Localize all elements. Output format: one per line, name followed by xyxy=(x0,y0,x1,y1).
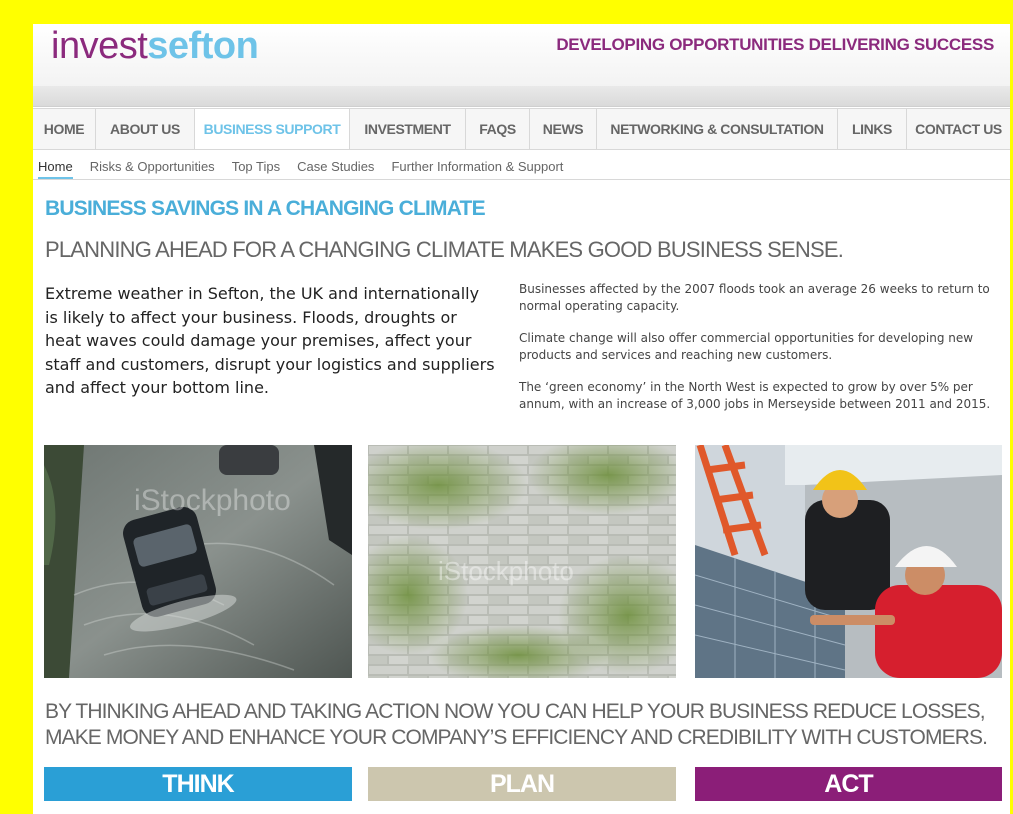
plan-button[interactable]: PLAN xyxy=(368,767,676,801)
page-title: BUSINESS SAVINGS IN A CHANGING CLIMATE xyxy=(45,197,486,220)
flood-photo-watermark: iStockphoto xyxy=(134,484,291,517)
facts-column: Businesses affected by the 2007 floods t… xyxy=(519,281,999,428)
subnav-case-studies[interactable]: Case Studies xyxy=(297,157,374,179)
nav-about-us[interactable]: ABOUT US xyxy=(96,109,195,149)
nav-faqs[interactable]: FAQS xyxy=(466,109,530,149)
nav-contact-us[interactable]: CONTACT US xyxy=(907,109,1010,149)
fact-green-economy: The ‘green economy’ in the North West is… xyxy=(519,380,991,411)
think-button[interactable]: THINK xyxy=(44,767,352,801)
nav-links[interactable]: LINKS xyxy=(838,109,907,149)
fact-floods: Businesses affected by the 2007 floods t… xyxy=(519,282,990,313)
nav-business-support[interactable]: BUSINESS SUPPORT xyxy=(195,109,350,149)
nav-news[interactable]: NEWS xyxy=(530,109,597,149)
page-container: investsefton DEVELOPING OPPORTUNITIES DE… xyxy=(33,24,1010,814)
fact-opportunities: Climate change will also offer commercia… xyxy=(519,331,974,362)
logo-invest: invest xyxy=(51,25,148,67)
logo-sefton: sefton xyxy=(147,25,259,67)
nav-networking-consultation[interactable]: NETWORKING & CONSULTATION xyxy=(597,109,838,149)
subnav-further-information[interactable]: Further Information & Support xyxy=(391,157,563,179)
page-subtitle: PLANNING AHEAD FOR A CHANGING CLIMATE MA… xyxy=(45,237,844,262)
site-tagline: DEVELOPING OPPORTUNITIES DELIVERING SUCC… xyxy=(556,35,994,54)
header-divider-band xyxy=(33,86,1010,107)
subnav-risks-opportunities[interactable]: Risks & Opportunities xyxy=(90,157,215,179)
solar-workers-photo xyxy=(695,445,1002,678)
call-to-action-text: BY THINKING AHEAD AND TAKING ACTION NOW … xyxy=(45,700,988,749)
brick-wall-photo: iStockphoto xyxy=(368,445,676,678)
nav-home[interactable]: HOME xyxy=(33,109,96,149)
main-nav: HOME ABOUT US BUSINESS SUPPORT INVESTMEN… xyxy=(33,108,1010,150)
site-header: investsefton DEVELOPING OPPORTUNITIES DE… xyxy=(33,24,1010,86)
act-button[interactable]: ACT xyxy=(695,767,1002,801)
site-logo[interactable]: investsefton xyxy=(51,24,259,68)
subnav-home[interactable]: Home xyxy=(38,157,73,179)
flood-car-photo: iStockphoto xyxy=(44,445,352,678)
subnav-divider xyxy=(33,179,1010,180)
intro-paragraph: Extreme weather in Sefton, the UK and in… xyxy=(45,284,495,397)
subnav-top-tips[interactable]: Top Tips xyxy=(232,157,280,179)
brick-photo-watermark: iStockphoto xyxy=(438,556,574,586)
nav-investment[interactable]: INVESTMENT xyxy=(350,109,466,149)
sub-nav: Home Risks & Opportunities Top Tips Case… xyxy=(38,157,563,179)
